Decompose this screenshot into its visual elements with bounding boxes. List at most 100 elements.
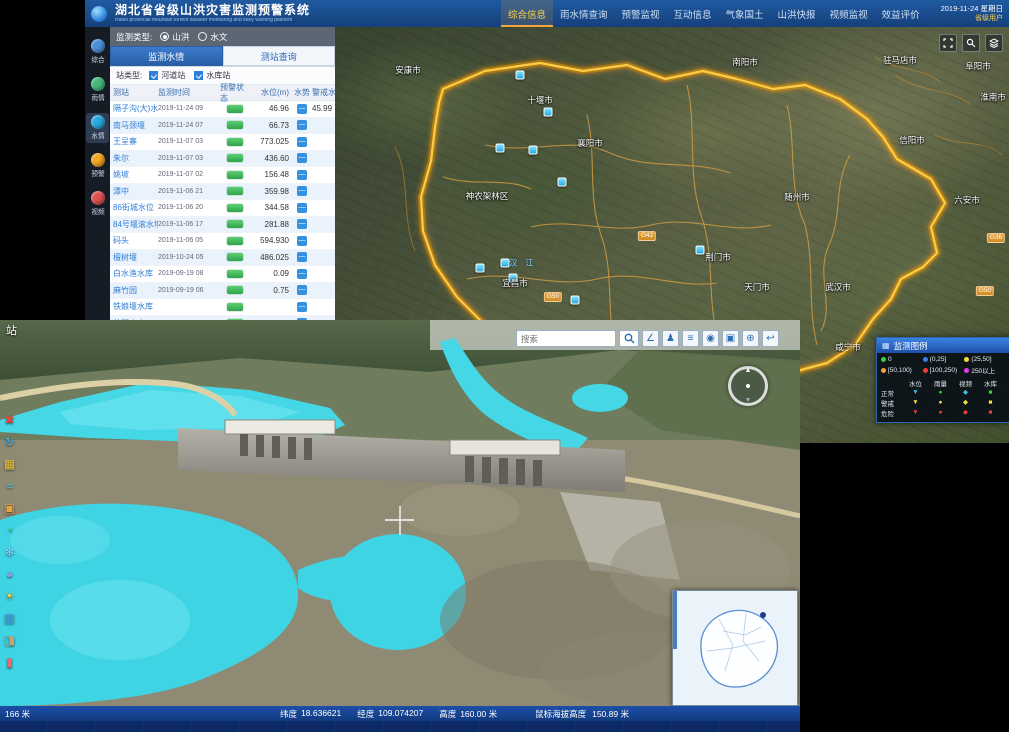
station-name-link[interactable]: 王呈寨 <box>110 136 158 147</box>
table-row[interactable]: 檀树堰 2019-10-24 05 486.025 — <box>110 250 335 267</box>
sidebar-item[interactable]: 综合 <box>86 37 109 67</box>
nav-item[interactable]: 互动信息 <box>667 0 719 27</box>
legend-row: 警戒 ▼●◆■ <box>881 398 1005 408</box>
station-name-link[interactable]: 檀树堰 <box>110 252 158 263</box>
station-marker[interactable] <box>496 144 505 153</box>
monitor-type-option[interactable]: 水文 <box>198 31 227 43</box>
sidebar-item[interactable]: 雨情 <box>86 75 109 105</box>
checkbox-icon <box>194 71 203 80</box>
panel-tab[interactable]: 测站查询 <box>223 46 336 66</box>
station-marker[interactable] <box>696 246 705 255</box>
sidebar-item-icon <box>91 191 105 205</box>
station-trend-cell: — <box>292 236 312 246</box>
viewer-bottom-strip <box>0 721 800 732</box>
viewer-side-tool-icon[interactable]: ▮ <box>2 654 17 669</box>
station-marker[interactable] <box>571 296 580 305</box>
table-row[interactable]: 朱尔 2019-11-07 03 436.60 — <box>110 151 335 168</box>
rain-level-label: 250以上 <box>971 365 995 375</box>
sidebar-item[interactable]: 水情 <box>86 113 109 143</box>
station-name-link[interactable]: 南马颈堰 <box>110 120 158 131</box>
panel-tab[interactable]: 监测水情 <box>110 46 223 66</box>
nav-item[interactable]: 预警监视 <box>615 0 667 27</box>
viewer-side-tool-icon[interactable]: ▣ <box>2 500 17 515</box>
viewer-side-tool-icon[interactable]: ▦ <box>2 456 17 471</box>
sidebar-item[interactable]: 预警 <box>86 151 109 181</box>
viewer-side-tool-icon[interactable]: ≈ <box>2 478 17 493</box>
layers-icon[interactable] <box>985 34 1003 52</box>
station-type-option[interactable]: 河道站 <box>149 70 185 81</box>
station-status-cell <box>220 220 250 228</box>
station-name-link[interactable]: 码头 <box>110 235 158 246</box>
map-city-label: 襄阳市 <box>577 137 603 149</box>
table-row[interactable]: 84号堰滚水坝 2019-11-06 17 281.88 — <box>110 217 335 234</box>
station-water-level: 436.60 <box>250 154 292 163</box>
station-name-link[interactable]: 潭中 <box>110 186 158 197</box>
status-normal-badge <box>227 237 243 245</box>
station-marker[interactable] <box>544 108 553 117</box>
table-row[interactable]: 白水渔水库 2019-09-19 08 0.09 — <box>110 266 335 283</box>
overview-map[interactable] <box>672 590 798 706</box>
viewer-side-tool-icon[interactable]: ◨ <box>2 632 17 647</box>
search-button[interactable] <box>619 330 639 347</box>
viewer-side-tool-icon[interactable]: ▥ <box>2 610 17 625</box>
station-name-link[interactable]: 朱尔 <box>110 153 158 164</box>
viewer-side-tool-icon[interactable]: ◔ <box>2 522 17 537</box>
table-row[interactable]: 麻竹园 2019-09-19 06 0.75 — <box>110 283 335 300</box>
table-row[interactable]: 王呈寨 2019-11-07 03 773.025 — <box>110 134 335 151</box>
search-input[interactable] <box>516 330 616 347</box>
road-badge: G42 <box>638 231 656 241</box>
station-name-link[interactable]: 白水渔水库 <box>110 268 158 279</box>
table-row[interactable]: 姚坡 2019-11-07 02 156.48 — <box>110 167 335 184</box>
nav-item[interactable]: 视频监视 <box>823 0 875 27</box>
station-name-link[interactable]: 隔子沟(大)水位 <box>110 103 158 114</box>
status-normal-badge <box>227 121 243 129</box>
table-row[interactable]: 潭中 2019-11-06 21 359.98 — <box>110 184 335 201</box>
viewer-side-tool-icon[interactable]: ↻ <box>2 434 17 449</box>
fullscreen-icon[interactable] <box>939 34 957 52</box>
viewer-map-tool-icon[interactable]: ≡ <box>682 330 699 347</box>
rain-level-dot <box>923 357 928 362</box>
option-label: 水库站 <box>206 70 230 81</box>
app-title-block: 湖北省省级山洪灾害监测预警系统 Hubei provincial mountai… <box>115 4 310 24</box>
nav-item[interactable]: 山洪快报 <box>771 0 823 27</box>
station-name-link[interactable]: 86街城水位 <box>110 202 158 213</box>
viewer-side-tool-icon[interactable]: ◕ <box>2 566 17 581</box>
station-marker[interactable] <box>476 264 485 273</box>
sidebar-item[interactable]: 视频 <box>86 189 109 219</box>
compass[interactable]: ▲ ▼ <box>728 366 768 406</box>
station-name-link[interactable]: 84号堰滚水坝 <box>110 219 158 230</box>
station-marker[interactable] <box>529 146 538 155</box>
table-row[interactable]: 南马颈堰 2019-11-24 07 66.73 — <box>110 118 335 135</box>
col-header-station: 测站 <box>110 87 158 98</box>
station-marker[interactable] <box>501 259 510 268</box>
station-type-option[interactable]: 水库站 <box>194 70 230 81</box>
viewer-map-tool-icon[interactable]: ◉ <box>702 330 719 347</box>
viewer-map-tool-icon[interactable]: ♟ <box>662 330 679 347</box>
station-water-level: 0.09 <box>250 269 292 278</box>
viewer-map-tool-icon[interactable]: ▣ <box>722 330 739 347</box>
table-row[interactable]: 铁娘堰水库 — <box>110 299 335 316</box>
monitor-type-bar: 监测类型: 山洪 水文 <box>110 27 335 46</box>
viewer-map-tool-icon[interactable]: ∠ <box>642 330 659 347</box>
monitor-type-option[interactable]: 山洪 <box>160 31 189 43</box>
station-name-link[interactable]: 麻竹园 <box>110 285 158 296</box>
viewer-side-tool-icon[interactable]: ❄ <box>2 544 17 559</box>
nav-item[interactable]: 气象国土 <box>719 0 771 27</box>
compass-center-dot <box>746 384 750 388</box>
station-status-cell <box>220 105 250 113</box>
nav-item[interactable]: 综合信息 <box>501 0 553 27</box>
viewer-map-tool-icon[interactable]: ⊕ <box>742 330 759 347</box>
nav-item[interactable]: 雨水情查询 <box>553 0 615 27</box>
station-name-link[interactable]: 姚坡 <box>110 169 158 180</box>
nav-item-label: 气象国土 <box>726 7 764 21</box>
search-icon[interactable] <box>962 34 980 52</box>
viewer-side-tool-icon[interactable]: ☀ <box>2 588 17 603</box>
station-name-link[interactable]: 铁娘堰水库 <box>110 301 158 312</box>
nav-item[interactable]: 效益评价 <box>875 0 927 27</box>
table-row[interactable]: 码头 2019-11-06 05 594.930 — <box>110 233 335 250</box>
station-marker[interactable] <box>516 71 525 80</box>
viewer-map-tool-icon[interactable]: ↩ <box>762 330 779 347</box>
station-marker[interactable] <box>558 178 567 187</box>
viewer-side-tool-icon[interactable]: ✖ <box>2 412 17 427</box>
table-row[interactable]: 86街城水位 2019-11-06 20 344.58 — <box>110 200 335 217</box>
